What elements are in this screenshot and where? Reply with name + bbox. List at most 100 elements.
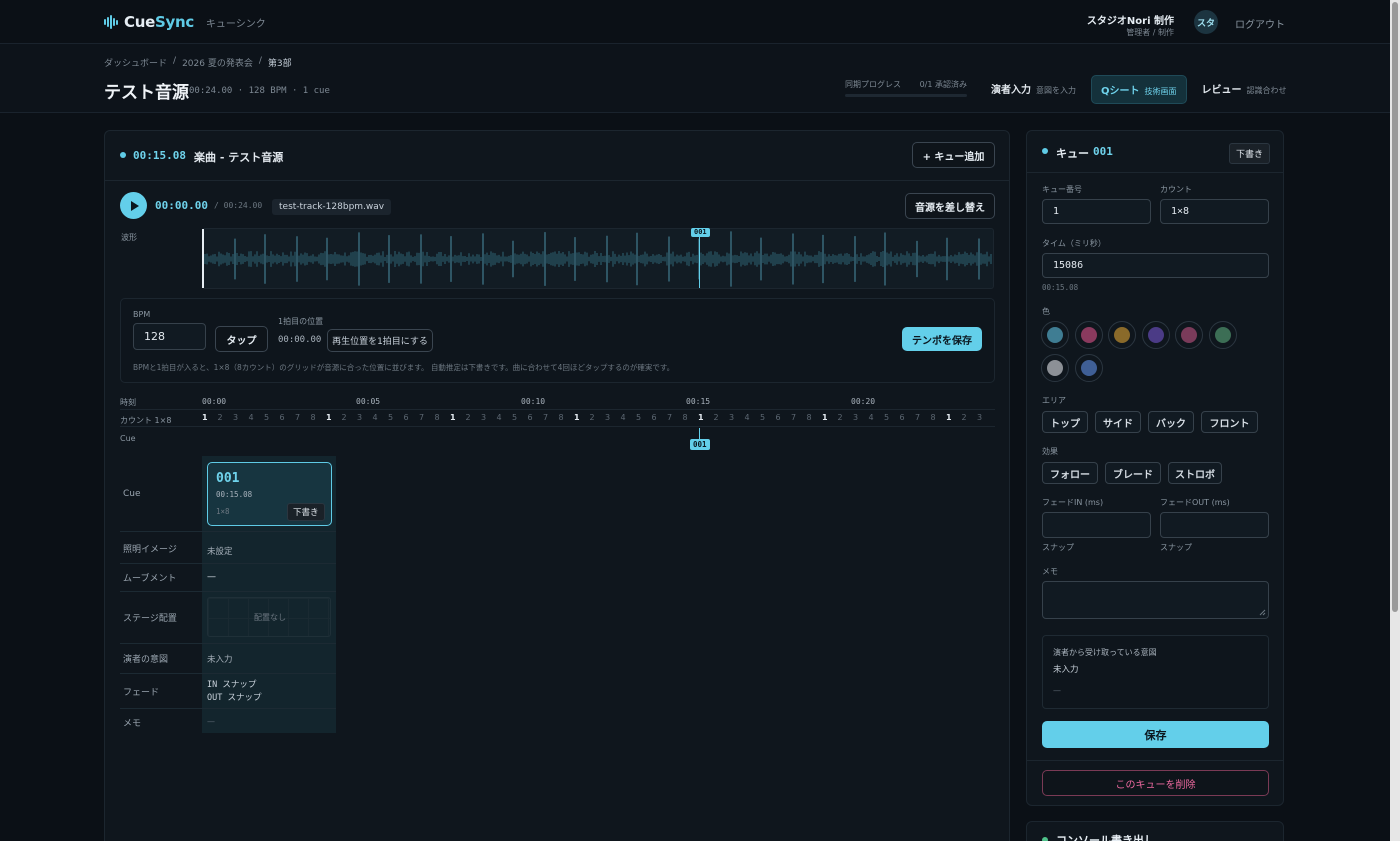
time-tick: 00:15 bbox=[686, 397, 711, 406]
color-swatch[interactable] bbox=[1208, 321, 1237, 349]
effect-strobe-button[interactable]: ストロボ bbox=[1168, 462, 1222, 484]
performer-intent-extra: — bbox=[1053, 686, 1061, 695]
waveform-cue-marker[interactable]: 001 bbox=[691, 228, 710, 237]
set-first-beat-button[interactable]: 再生位置を1拍目にする bbox=[327, 329, 433, 352]
count-cell: 7 bbox=[667, 413, 673, 422]
playhead-line[interactable] bbox=[202, 229, 204, 288]
fade-out-input[interactable] bbox=[1160, 512, 1269, 538]
fade-in-input[interactable] bbox=[1042, 512, 1151, 538]
memo-value[interactable]: — bbox=[207, 717, 215, 726]
time-tick: 00:05 bbox=[356, 397, 381, 406]
logo[interactable]: CueSync キューシンク bbox=[104, 13, 266, 31]
count-input[interactable]: 1×8 bbox=[1160, 199, 1269, 224]
color-swatch[interactable] bbox=[1041, 354, 1069, 382]
timeline-cue-marker[interactable]: 001 bbox=[690, 439, 710, 450]
tab-review[interactable]: レビュー 認識合わせ bbox=[1193, 75, 1296, 104]
row-divider bbox=[120, 591, 336, 592]
count-cell: 3 bbox=[233, 413, 239, 422]
row-divider bbox=[120, 708, 336, 709]
effect-blade-button[interactable]: ブレード bbox=[1105, 462, 1161, 484]
count-cell: 1 bbox=[326, 413, 332, 422]
waveform-cue-line bbox=[699, 237, 700, 288]
row-label-stage: ステージ配置 bbox=[123, 614, 177, 624]
bpm-input[interactable]: 128 bbox=[133, 323, 206, 350]
selected-cue-time: 00:15.08 bbox=[133, 149, 186, 162]
lighting-value[interactable]: 未設定 bbox=[207, 545, 233, 557]
count-cell: 5 bbox=[264, 413, 270, 422]
tap-tempo-button[interactable]: タップ bbox=[215, 326, 268, 352]
waveform[interactable] bbox=[202, 228, 994, 289]
timeline-cue-line bbox=[699, 428, 700, 439]
save-cue-button[interactable]: 保存 bbox=[1042, 721, 1269, 748]
resize-handle-icon[interactable] bbox=[1259, 609, 1266, 616]
tab-title: 演者入力 bbox=[991, 85, 1031, 96]
replace-audio-button[interactable]: 音源を差し替え bbox=[905, 193, 995, 219]
cue-track-label: Cue bbox=[120, 434, 136, 443]
stage-layout-preview[interactable]: 配置なし bbox=[207, 597, 331, 637]
area-top-button[interactable]: トップ bbox=[1042, 411, 1088, 433]
row-divider bbox=[120, 673, 336, 674]
tab-performer-input[interactable]: 演者入力 意図を入力 bbox=[982, 75, 1085, 104]
performer-intent-box: 演者から受け取っている意図 未入力 — bbox=[1042, 635, 1269, 709]
movement-value[interactable]: — bbox=[207, 572, 216, 582]
play-icon bbox=[130, 200, 139, 211]
user-name: スタジオNori 制作 bbox=[1086, 16, 1174, 27]
color-swatch[interactable] bbox=[1074, 321, 1103, 349]
avatar[interactable]: スタ bbox=[1194, 10, 1218, 34]
top-bar: CueSync キューシンク スタジオNori 制作 管理者 / 制作 スタ ロ… bbox=[0, 0, 1390, 44]
cue-number-input[interactable]: 1 bbox=[1042, 199, 1151, 224]
count-cell: 2 bbox=[341, 413, 347, 422]
area-back-button[interactable]: バック bbox=[1148, 411, 1194, 433]
cue-card[interactable]: 001 00:15.08 1×8 下書き bbox=[207, 462, 332, 526]
row-label-memo: メモ bbox=[123, 719, 142, 729]
color-swatch[interactable] bbox=[1175, 321, 1203, 349]
color-swatch[interactable] bbox=[1074, 354, 1103, 382]
cue-number-label: キュー番号 bbox=[1042, 185, 1082, 194]
page-scrollbar-thumb[interactable] bbox=[1392, 2, 1398, 612]
memo-textarea[interactable] bbox=[1042, 581, 1269, 619]
page-header: ダッシュボード / 2026 夏の発表会 / 第3部 テスト音源 00:24.0… bbox=[0, 44, 1390, 113]
count-grid-label: カウント 1×8 bbox=[120, 416, 172, 425]
breadcrumb-event[interactable]: 2026 夏の発表会 bbox=[182, 56, 253, 69]
area-front-button[interactable]: フロント bbox=[1201, 411, 1258, 433]
color-swatch[interactable] bbox=[1108, 321, 1136, 349]
area-side-button[interactable]: サイド bbox=[1095, 411, 1141, 433]
fade-out-label: フェードOUT (ms) bbox=[1160, 498, 1230, 507]
tab-subtitle: 認識合わせ bbox=[1246, 86, 1287, 95]
breadcrumb: ダッシュボード / 2026 夏の発表会 / 第3部 bbox=[104, 56, 292, 69]
color-swatch[interactable] bbox=[1041, 321, 1069, 349]
color-swatch[interactable] bbox=[1141, 321, 1170, 349]
count-cell: 3 bbox=[357, 413, 363, 422]
count-cell: 8 bbox=[806, 413, 812, 422]
add-cue-button[interactable]: + キュー追加 bbox=[912, 142, 995, 168]
row-label-cue: Cue bbox=[123, 489, 141, 499]
fade-out-hint: スナップ bbox=[1160, 543, 1192, 552]
count-cell: 4 bbox=[496, 413, 502, 422]
timeline-time-label: 時刻 bbox=[120, 398, 136, 407]
count-cell: 2 bbox=[217, 413, 223, 422]
performer-intent-title: 演者から受け取っている意図 bbox=[1053, 648, 1157, 657]
effect-follow-button[interactable]: フォロー bbox=[1042, 462, 1098, 484]
intent-value: 未入力 bbox=[207, 655, 233, 665]
time-ms-input[interactable]: 15086 bbox=[1042, 253, 1269, 278]
count-cell: 1 bbox=[822, 413, 828, 422]
status-dot bbox=[120, 152, 126, 158]
waveform-graphic bbox=[204, 231, 992, 287]
count-cell: 4 bbox=[744, 413, 750, 422]
delete-cue-button[interactable]: このキューを削除 bbox=[1042, 770, 1269, 796]
sync-progress: 同期プログレス 0/1 承認済み bbox=[845, 79, 967, 97]
count-cell: 5 bbox=[636, 413, 642, 422]
tab-q-sheet[interactable]: Qシート 技術画面 bbox=[1091, 75, 1187, 104]
count-cell: 2 bbox=[837, 413, 843, 422]
count-cell: 3 bbox=[977, 413, 983, 422]
cue-card-number: 001 bbox=[216, 471, 240, 486]
count-cell: 6 bbox=[775, 413, 781, 422]
save-tempo-button[interactable]: テンポを保存 bbox=[902, 327, 982, 351]
breadcrumb-dashboard[interactable]: ダッシュボード bbox=[104, 56, 167, 69]
logout-link[interactable]: ログアウト bbox=[1235, 16, 1285, 31]
play-button[interactable] bbox=[120, 192, 147, 219]
tab-title: Qシート bbox=[1101, 86, 1140, 97]
area-label: エリア bbox=[1042, 396, 1066, 405]
memo-label: メモ bbox=[1042, 567, 1058, 576]
tab-subtitle: 意図を入力 bbox=[1036, 86, 1076, 95]
